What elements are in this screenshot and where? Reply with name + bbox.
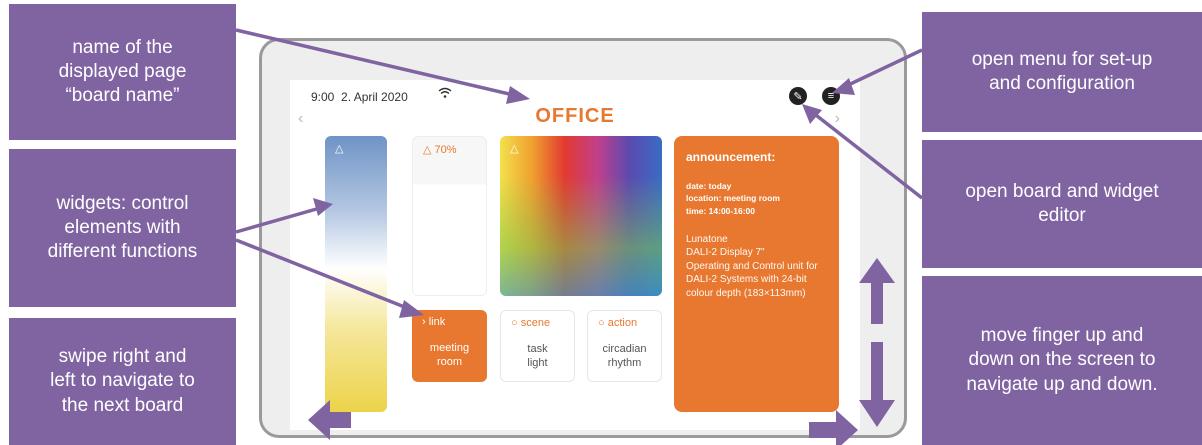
swipe-right-arrow <box>809 410 858 445</box>
annotation-arrows <box>235 28 924 445</box>
arrowhead-widget-link <box>399 300 424 318</box>
arrowhead-editor <box>802 104 822 124</box>
scroll-down-arrow <box>859 342 895 427</box>
swipe-left-arrow <box>308 400 351 440</box>
arrowhead-board-name <box>506 86 530 104</box>
arrowhead-widget-slider <box>313 198 333 216</box>
arrow-menu <box>843 48 923 89</box>
arrowhead-menu <box>832 78 855 95</box>
arrow-widget-link <box>235 238 413 312</box>
arrow-widget-slider <box>235 206 321 234</box>
arrow-board-name <box>235 28 519 98</box>
arrow-editor <box>810 110 924 200</box>
scroll-up-arrow <box>859 258 895 324</box>
